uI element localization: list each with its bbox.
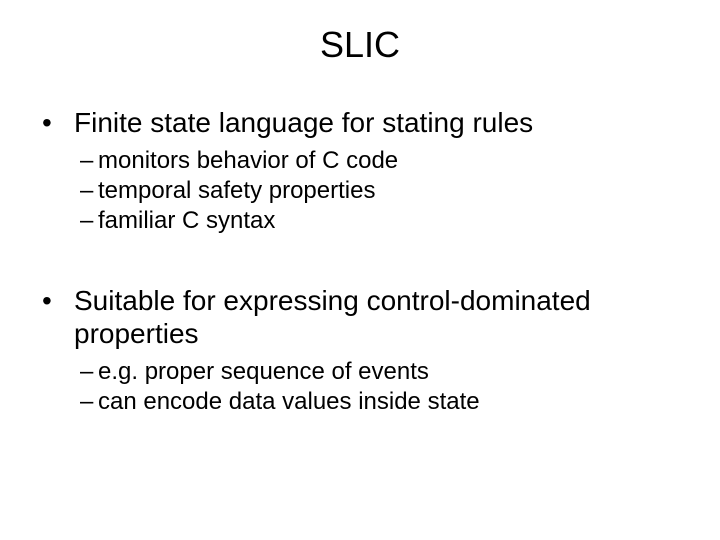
slide-title: SLIC	[0, 24, 720, 66]
sub-item-text: familiar C syntax	[98, 206, 275, 236]
slide: SLIC • Finite state language for stating…	[0, 0, 720, 540]
dash-icon: –	[80, 357, 98, 387]
dash-icon: –	[80, 206, 98, 236]
spacer	[38, 236, 682, 284]
sub-item: – temporal safety properties	[38, 176, 682, 206]
sub-item: – e.g. proper sequence of events	[38, 357, 682, 387]
disc-icon: •	[38, 284, 74, 318]
sub-item: – familiar C syntax	[38, 206, 682, 236]
bullet-item: • Suitable for expressing control-domina…	[38, 284, 682, 351]
bullet-text: Finite state language for stating rules	[74, 106, 682, 140]
dash-icon: –	[80, 146, 98, 176]
bullet-text: Suitable for expressing control-dominate…	[74, 284, 682, 351]
dash-icon: –	[80, 176, 98, 206]
sub-item: – can encode data values inside state	[38, 387, 682, 417]
sub-item: – monitors behavior of C code	[38, 146, 682, 176]
sub-item-text: can encode data values inside state	[98, 387, 480, 417]
slide-body: • Finite state language for stating rule…	[0, 106, 720, 417]
dash-icon: –	[80, 387, 98, 417]
sub-item-text: temporal safety properties	[98, 176, 375, 206]
sub-item-text: e.g. proper sequence of events	[98, 357, 429, 387]
bullet-item: • Finite state language for stating rule…	[38, 106, 682, 140]
disc-icon: •	[38, 106, 74, 140]
sub-item-text: monitors behavior of C code	[98, 146, 398, 176]
